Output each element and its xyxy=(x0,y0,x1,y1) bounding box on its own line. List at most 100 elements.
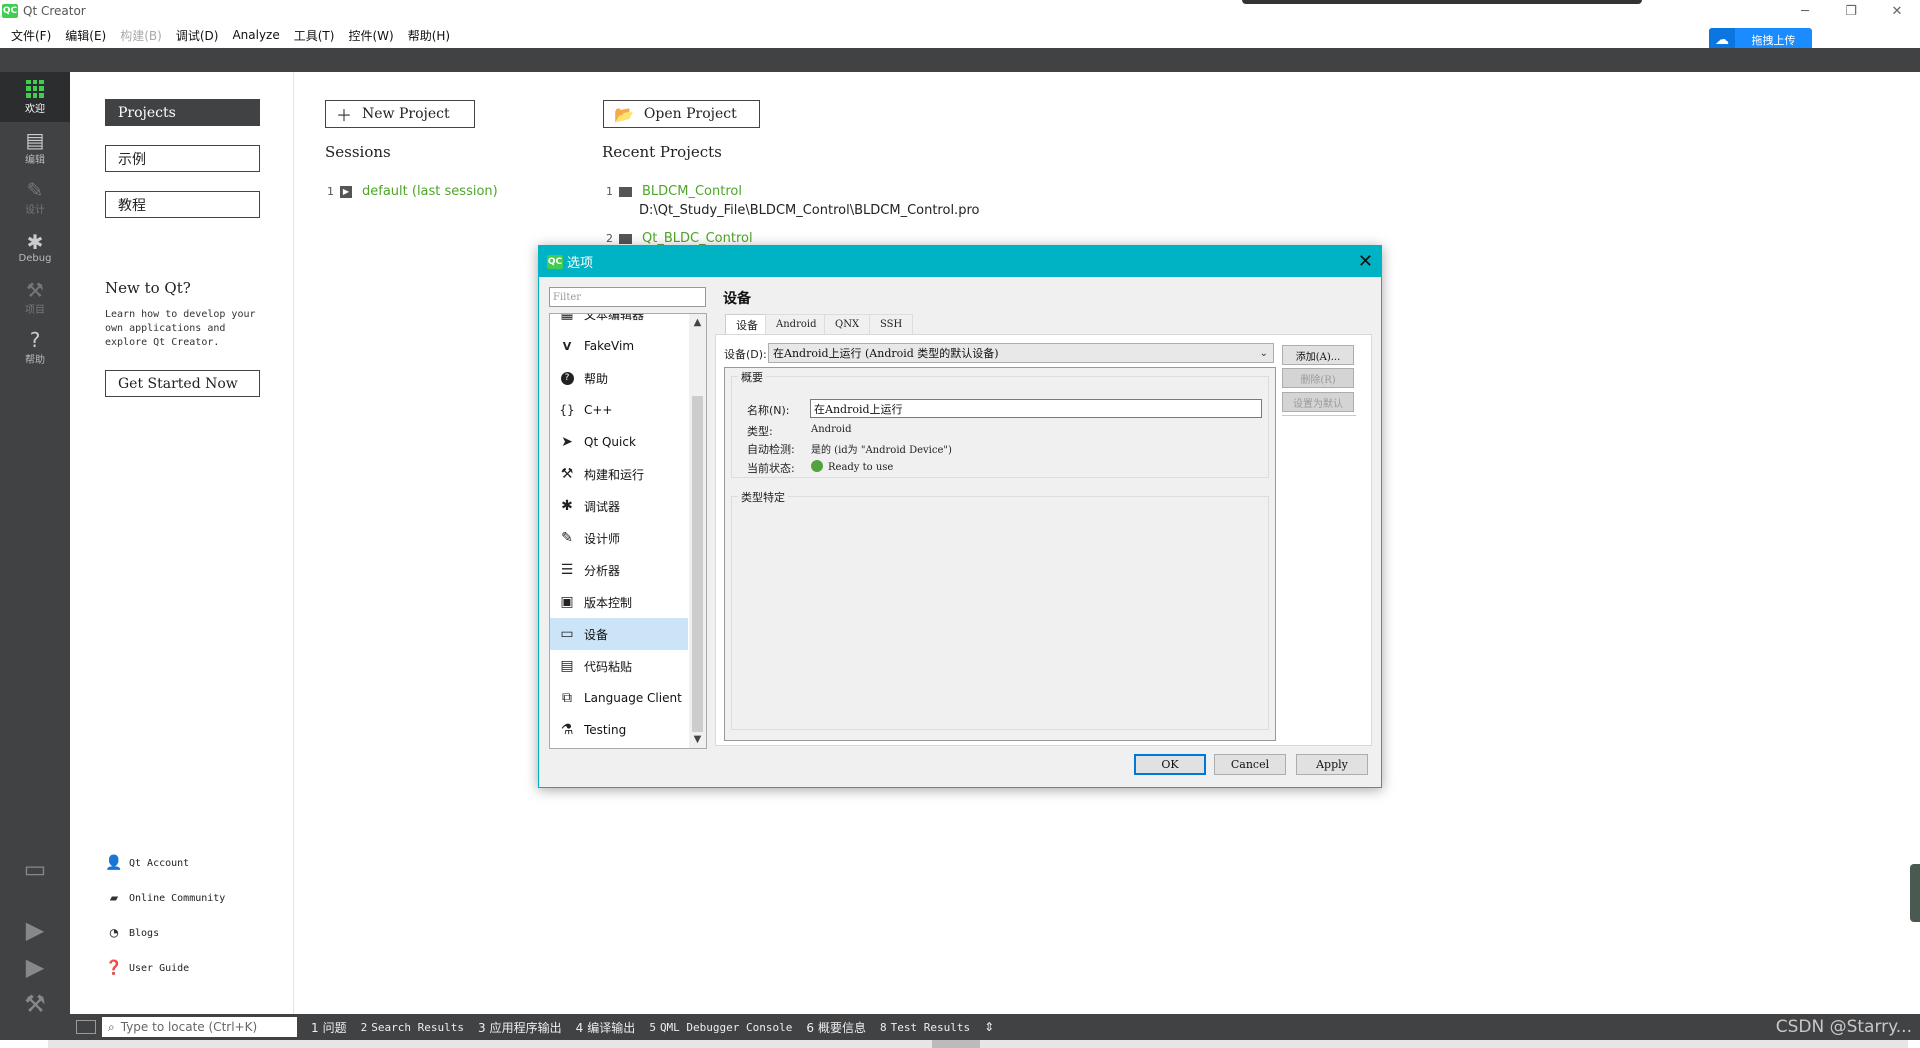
mode-label: 项目 xyxy=(25,304,45,316)
link-label: Online Community xyxy=(129,892,226,904)
user-guide-link[interactable]: ❓ User Guide xyxy=(105,960,189,976)
taskbar-thumb xyxy=(932,1040,980,1048)
mode-help[interactable]: ? 帮助 xyxy=(0,322,70,372)
restore-icon[interactable]: ❐ xyxy=(1828,0,1874,22)
close-icon[interactable]: ✕ xyxy=(1874,0,1920,22)
tab-number: 6 xyxy=(806,1020,815,1035)
tab-label: 编译输出 xyxy=(587,1020,636,1035)
tutorials-button[interactable]: 教程 xyxy=(105,191,260,218)
tab-ssh[interactable]: SSH xyxy=(869,314,914,334)
folder-icon xyxy=(619,233,632,244)
tab-number: 2 xyxy=(360,1020,368,1034)
output-tab-general[interactable]: 6 概要信息 xyxy=(806,1019,866,1036)
link-label: Qt Account xyxy=(129,857,190,869)
tab-qnx[interactable]: QNX xyxy=(824,314,871,334)
category-cpp[interactable]: {} C++ xyxy=(550,394,688,426)
mode-edit[interactable]: ▤ 编辑 xyxy=(0,122,70,172)
mode-debug[interactable]: ✱ Debug xyxy=(0,222,70,272)
remove-button[interactable]: 删除(R) xyxy=(1282,368,1354,388)
category-qt-quick[interactable]: ➤ Qt Quick xyxy=(550,426,688,458)
mode-design[interactable]: ✎ 设计 xyxy=(0,172,70,222)
cancel-button[interactable]: Cancel xyxy=(1214,754,1286,775)
close-icon[interactable]: ✕ xyxy=(1358,251,1373,272)
qt-account-link[interactable]: 👤 Qt Account xyxy=(105,855,189,871)
output-tab-issues[interactable]: 1 问题 xyxy=(311,1019,347,1036)
mode-welcome[interactable]: 欢迎 xyxy=(0,72,70,122)
online-community-link[interactable]: ▰ Online Community xyxy=(105,890,226,906)
mode-projects[interactable]: ⚒ 项目 xyxy=(0,272,70,322)
window-title: Qt Creator xyxy=(23,4,86,18)
monitor-icon[interactable]: ▭ xyxy=(20,854,50,884)
category-label: 帮助 xyxy=(584,371,609,386)
tab-android[interactable]: Android xyxy=(765,314,828,334)
menu-analyze[interactable]: Analyze xyxy=(225,22,286,48)
category-build-run[interactable]: ⚒ 构建和运行 xyxy=(550,458,688,490)
session-number: 1 xyxy=(327,185,334,198)
status-value: Ready to use xyxy=(811,460,893,473)
divider xyxy=(1282,415,1356,416)
output-tab-qml-console[interactable]: 5 QML Debugger Console xyxy=(649,1021,792,1034)
scroll-down-icon[interactable]: ▼ xyxy=(689,731,706,748)
category-label: 分析器 xyxy=(584,563,621,578)
run-icon[interactable]: ▶ xyxy=(20,915,50,945)
category-label: 代码粘贴 xyxy=(584,659,633,674)
device-select-value: 在Android上运行 (Android 类型的默认设备) xyxy=(773,347,999,360)
options-dialog: QC 选项 ✕ Filter ▦ 文本编辑器 V FakeVim ? 帮助 {}… xyxy=(538,245,1382,788)
add-button[interactable]: 添加(A)... xyxy=(1282,345,1354,365)
category-devices[interactable]: ▭ 设备 xyxy=(550,618,688,650)
minimize-icon[interactable]: ─ xyxy=(1782,0,1828,22)
category-fakevim[interactable]: V FakeVim xyxy=(550,330,688,362)
menu-build[interactable]: 构建(B) xyxy=(113,22,169,48)
pencil-icon: ✎ xyxy=(561,530,573,546)
device-select[interactable]: 在Android上运行 (Android 类型的默认设备) ⌄ xyxy=(768,343,1274,363)
scroll-up-icon[interactable]: ▲ xyxy=(689,314,706,331)
locator-input[interactable]: ⌕ Type to locate (Ctrl+K) xyxy=(102,1017,297,1037)
debug-run-icon[interactable]: ▶ xyxy=(20,952,50,982)
ok-button[interactable]: OK xyxy=(1134,754,1206,775)
session-item[interactable]: 1 ▶ default (last session) xyxy=(327,184,498,199)
category-language-client[interactable]: ⧉ Language Client xyxy=(550,682,688,714)
output-tab-search[interactable]: 2 Search Results xyxy=(361,1021,464,1034)
sidebar-toggle-icon[interactable] xyxy=(76,1020,96,1034)
output-tab-app-output[interactable]: 3 应用程序输出 xyxy=(478,1019,562,1036)
plus-icon: ＋ xyxy=(336,106,353,125)
menu-file[interactable]: 文件(F) xyxy=(4,22,58,48)
menu-debug[interactable]: 调试(D) xyxy=(169,22,226,48)
open-project-button[interactable]: 📂 Open Project xyxy=(603,100,760,128)
category-debugger[interactable]: ✱ 调试器 xyxy=(550,490,688,522)
welcome-sidebar: Projects 示例 教程 New to Qt? Learn how to d… xyxy=(70,72,294,1014)
updown-arrows-icon[interactable]: ⇕ xyxy=(984,1020,994,1034)
category-version-control[interactable]: ▣ 版本控制 xyxy=(550,586,688,618)
recent-project-item[interactable]: 2 Qt_BLDC_Control xyxy=(606,231,753,246)
examples-button[interactable]: 示例 xyxy=(105,145,260,172)
category-analyzer[interactable]: ☰ 分析器 xyxy=(550,554,688,586)
recent-project-item[interactable]: 1 BLDCM_Control xyxy=(606,184,742,199)
category-text-editor[interactable]: ▦ 文本编辑器 xyxy=(550,314,688,330)
menu-tools[interactable]: 工具(T) xyxy=(287,22,342,48)
scroll-thumb[interactable] xyxy=(692,396,703,732)
flask-icon: ⚗ xyxy=(560,722,574,738)
get-started-button[interactable]: Get Started Now xyxy=(105,370,260,397)
output-tab-compile[interactable]: 4 编译输出 xyxy=(576,1019,636,1036)
recent-name: Qt_BLDC_Control xyxy=(642,231,753,246)
projects-button[interactable]: Projects xyxy=(105,99,260,126)
menu-widgets[interactable]: 控件(W) xyxy=(341,22,400,48)
tab-devices[interactable]: 设备 xyxy=(725,314,769,335)
category-help[interactable]: ? 帮助 xyxy=(550,362,688,394)
menu-help[interactable]: 帮助(H) xyxy=(401,22,457,48)
locator-placeholder: Type to locate (Ctrl+K) xyxy=(120,1020,258,1034)
category-designer[interactable]: ✎ 设计师 xyxy=(550,522,688,554)
menu-edit[interactable]: 编辑(E) xyxy=(58,22,113,48)
new-project-button[interactable]: ＋ New Project xyxy=(325,100,475,128)
edge-handle[interactable] xyxy=(1910,864,1920,922)
output-tab-test-results[interactable]: 8 Test Results xyxy=(880,1021,970,1034)
set-default-button[interactable]: 设置为默认 xyxy=(1282,392,1354,412)
filter-input[interactable]: Filter xyxy=(549,287,706,307)
category-testing[interactable]: ⚗ Testing xyxy=(550,714,688,746)
blogs-link[interactable]: ◔ Blogs xyxy=(105,925,159,941)
category-scrollbar[interactable]: ▲ ▼ xyxy=(689,314,706,748)
apply-button[interactable]: Apply xyxy=(1296,754,1368,775)
category-code-paster[interactable]: ▤ 代码粘贴 xyxy=(550,650,688,682)
tab-number: 8 xyxy=(880,1020,887,1034)
name-input[interactable]: 在Android上运行 xyxy=(810,399,1262,418)
